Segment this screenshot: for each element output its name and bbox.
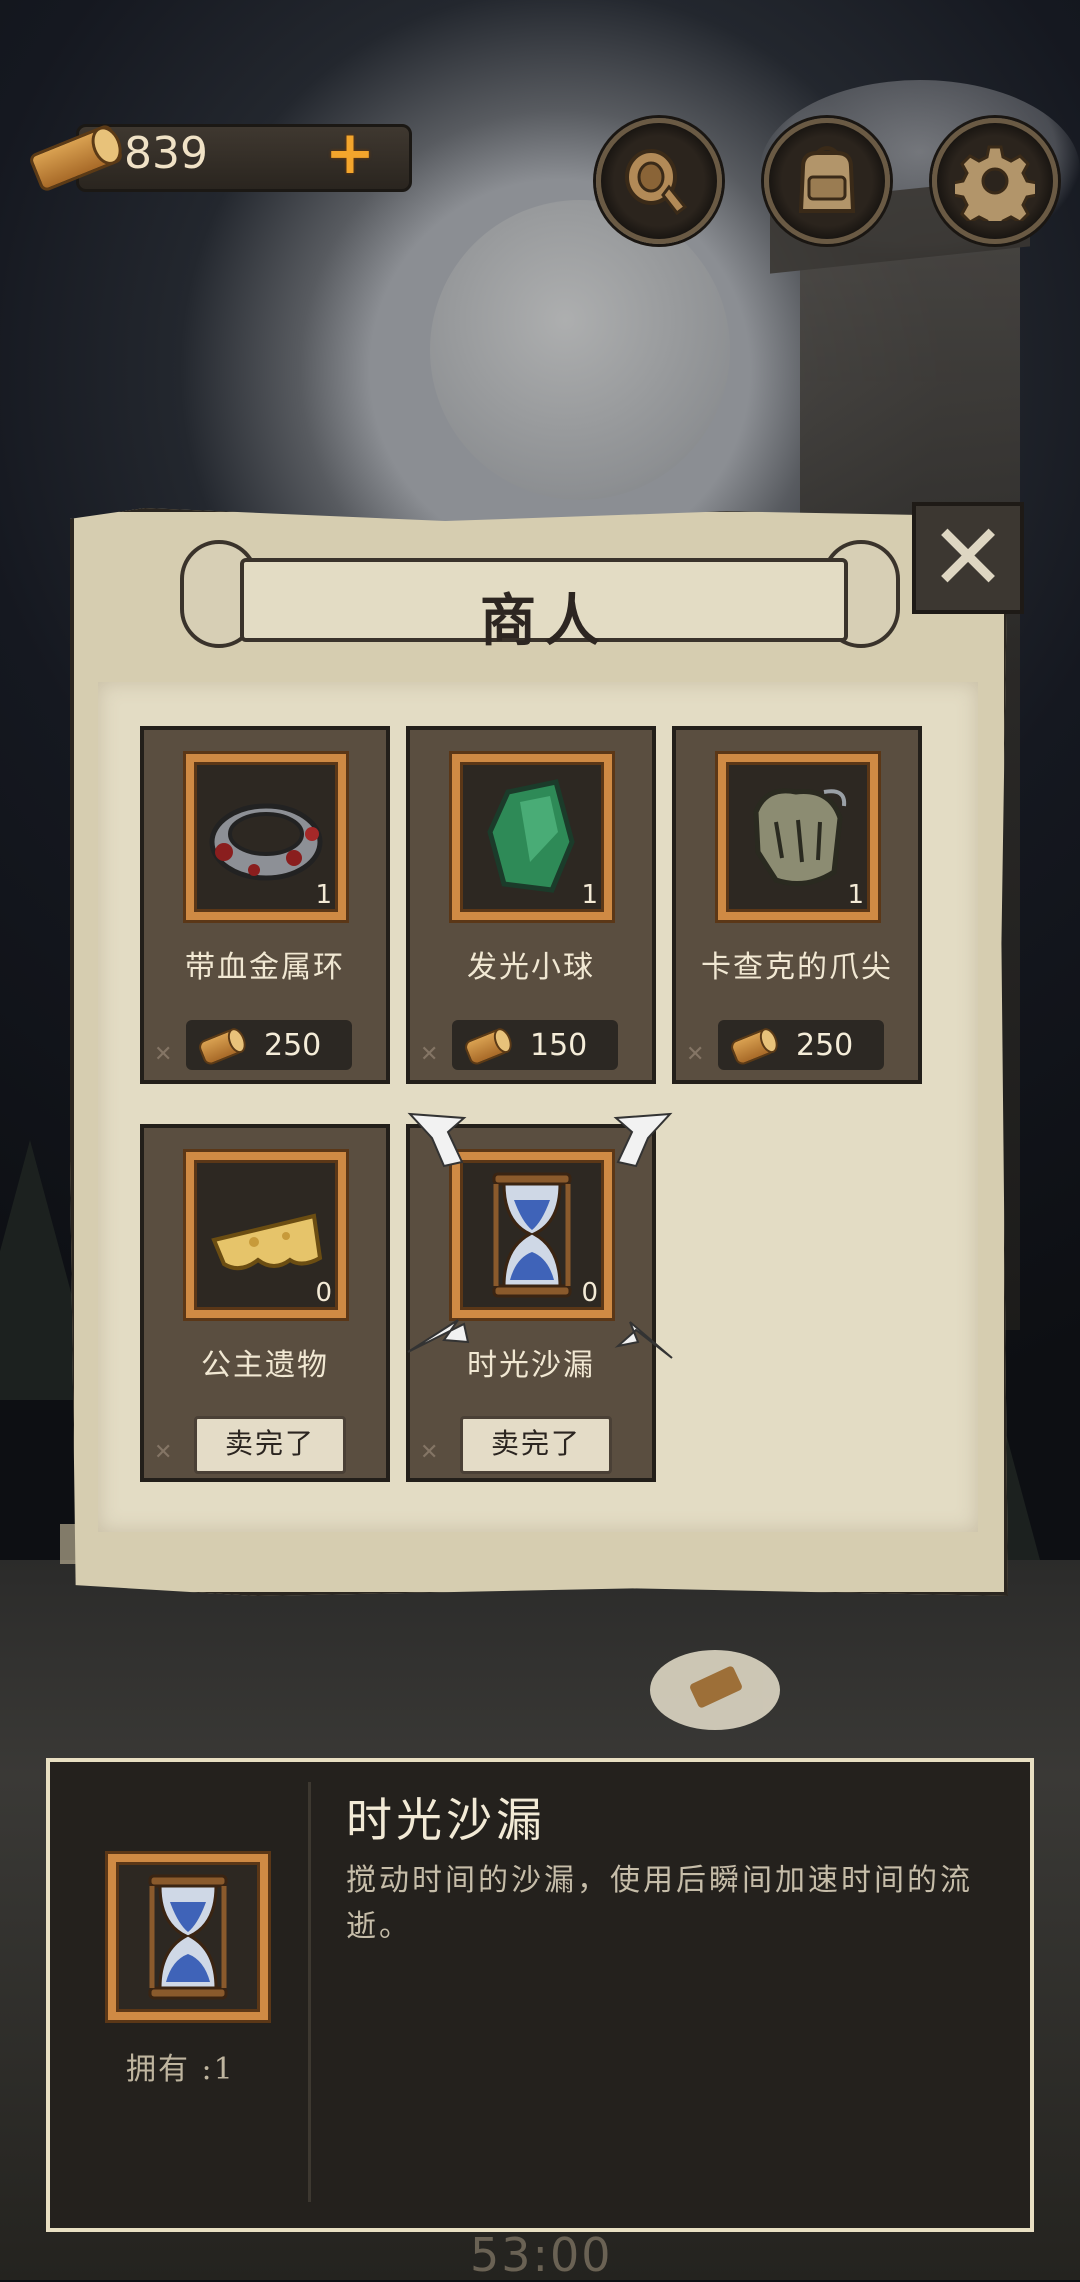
item-name: 发光小球 — [467, 950, 595, 985]
buy-price-button[interactable]: 150 — [452, 1020, 618, 1070]
wood-icon — [462, 1027, 512, 1067]
x-mark-decoration: ✕ — [420, 1440, 439, 1465]
wood-icon — [728, 1027, 778, 1067]
scroll-body: 商人 — [240, 558, 848, 654]
shop-item-card[interactable]: 1 卡查克的爪尖 ✕ 250 — [672, 726, 922, 1084]
item-count: 0 — [315, 1278, 332, 1308]
buy-price-button[interactable]: 250 — [186, 1020, 352, 1070]
backpack-icon — [798, 146, 856, 213]
sold-out-tag: 卖完了 — [194, 1416, 346, 1474]
item-frame: 1 — [452, 754, 612, 920]
backpack-button[interactable] — [764, 118, 890, 244]
detail-title: 时光沙漏 — [346, 1793, 546, 1847]
x-mark-decoration: ✕ — [154, 1042, 173, 1067]
item-count: 1 — [315, 880, 332, 910]
wood-icon — [688, 1665, 744, 1709]
item-name: 带血金属环 — [185, 950, 345, 985]
owned-count: 拥有 :1 — [126, 2052, 235, 2087]
item-detail-panel: 拥有 :1 时光沙漏 搅动时间的沙漏，使用后瞬间加速时间的流逝。 — [46, 1758, 1034, 2232]
panel-title: 商人 — [480, 588, 608, 654]
detail-description: 搅动时间的沙漏，使用后瞬间加速时间的流逝。 — [346, 1863, 973, 1944]
item-name: 公主遗物 — [201, 1348, 329, 1383]
item-price: 150 — [530, 1028, 588, 1063]
shop-item-card[interactable]: 0 公主遗物 ✕ 卖完了 — [140, 1124, 390, 1482]
wood-currency-bar: 839 + — [26, 118, 412, 194]
gear-icon — [955, 145, 1035, 221]
item-count: 1 — [847, 880, 864, 910]
speech-bubble[interactable] — [650, 1650, 780, 1730]
settings-button[interactable] — [932, 118, 1058, 244]
title-scroll-banner: 商人 — [180, 530, 900, 654]
x-mark-decoration: ✕ — [154, 1440, 173, 1465]
selection-arrow-icon — [614, 1321, 673, 1359]
x-mark-decoration: ✕ — [420, 1042, 439, 1067]
sold-out-tag: 卖完了 — [460, 1416, 612, 1474]
item-frame: 1 — [186, 754, 346, 920]
horn-icon — [625, 149, 688, 216]
add-wood-button[interactable]: + — [322, 123, 378, 183]
horn-button[interactable] — [596, 118, 722, 244]
wood-icon — [196, 1027, 246, 1067]
selection-arrow-icon — [613, 1112, 673, 1168]
detail-divider — [308, 1782, 311, 2202]
wood-log-icon — [26, 122, 125, 194]
x-mark-decoration: ✕ — [686, 1042, 705, 1067]
item-frame: 0 — [186, 1152, 346, 1318]
wood-amount: 839 — [124, 128, 208, 179]
countdown-timer: 53:00 — [470, 2228, 613, 2282]
shop-item-card[interactable]: 1 带血金属环 ✕ 250 — [140, 726, 390, 1084]
shop-item-card[interactable]: 1 发光小球 ✕ 150 — [406, 726, 656, 1084]
selection-arrow-icon — [407, 1319, 470, 1353]
item-price: 250 — [264, 1028, 322, 1063]
item-price: 250 — [796, 1028, 854, 1063]
item-count: 1 — [581, 880, 598, 910]
item-frame: 1 — [718, 754, 878, 920]
close-icon: ✕ — [929, 504, 1007, 611]
selection-indicator — [407, 1112, 673, 1359]
hourglass-icon — [148, 1874, 228, 2000]
selection-arrow-icon — [407, 1112, 467, 1168]
close-button[interactable]: ✕ — [912, 502, 1024, 614]
detail-item-frame — [108, 1854, 268, 2020]
item-name: 卡查克的爪尖 — [701, 950, 893, 985]
buy-price-button[interactable]: 250 — [718, 1020, 884, 1070]
moon — [430, 200, 730, 500]
